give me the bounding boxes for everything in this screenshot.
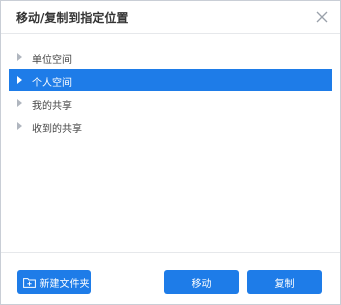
move-copy-dialog: 移动/复制到指定位置 单位空间 个人空间 我的共享 收到的共享 新建文件夹 移动… [0,0,341,305]
tree-item-my-shares[interactable]: 我的共享 [9,92,332,114]
tree-item-label: 个人空间 [32,78,72,89]
tree-item-label: 我的共享 [32,101,72,112]
chevron-right-icon[interactable] [17,53,22,61]
tree-item-label: 单位空间 [32,55,72,66]
move-label: 移动 [191,278,212,290]
new-folder-label: 新建文件夹 [39,278,90,290]
tree-item-label: 收到的共享 [32,124,82,135]
folder-tree: 单位空间 个人空间 我的共享 收到的共享 [9,46,332,138]
copy-label: 复制 [274,278,295,290]
tree-item-received-shares[interactable]: 收到的共享 [9,115,332,137]
dialog-header: 移动/复制到指定位置 [1,1,340,34]
chevron-right-icon[interactable] [17,122,22,130]
dialog-title: 移动/复制到指定位置 [16,11,129,25]
tree-item-personal-space[interactable]: 个人空间 [9,69,332,91]
copy-button[interactable]: 复制 [247,270,322,294]
folder-plus-icon [22,277,36,288]
close-icon[interactable] [315,10,329,24]
new-folder-button[interactable]: 新建文件夹 [17,270,91,294]
dialog-footer: 新建文件夹 移动 复制 [1,252,340,304]
tree-item-unit-space[interactable]: 单位空间 [9,46,332,68]
chevron-right-icon[interactable] [17,99,22,107]
chevron-right-icon[interactable] [17,76,22,84]
move-button[interactable]: 移动 [164,270,239,294]
